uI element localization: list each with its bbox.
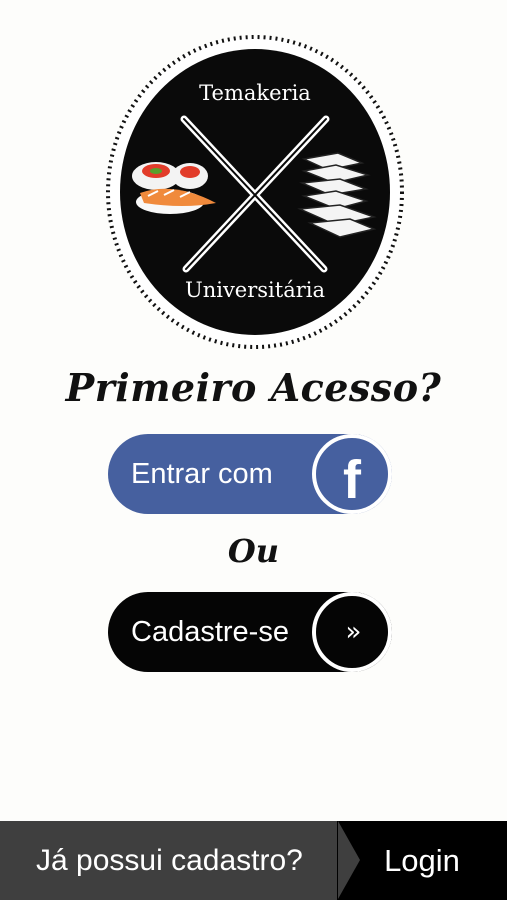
already-registered-text: Já possui cadastro? (36, 844, 303, 877)
first-access-heading: Primeiro Acesso? (65, 365, 442, 410)
register-label: Cadastre-se (131, 616, 289, 648)
logo-bottom-text: Universitária (185, 278, 325, 302)
register-button[interactable]: Cadastre-se » (108, 592, 392, 672)
or-separator: Ou (227, 532, 280, 570)
temakeria-logo: Temakeria Universitária (104, 33, 406, 351)
logo-top-text: Temakeria (199, 81, 311, 105)
facebook-login-button[interactable]: Entrar com f (108, 434, 392, 514)
facebook-login-label: Entrar com (131, 458, 273, 490)
facebook-icon: f (312, 434, 392, 514)
arrow-divider (338, 821, 360, 899)
login-button[interactable]: Login (337, 821, 507, 900)
bottom-bar: Já possui cadastro? Login (0, 821, 507, 900)
double-chevron-right-icon: » (312, 592, 392, 672)
